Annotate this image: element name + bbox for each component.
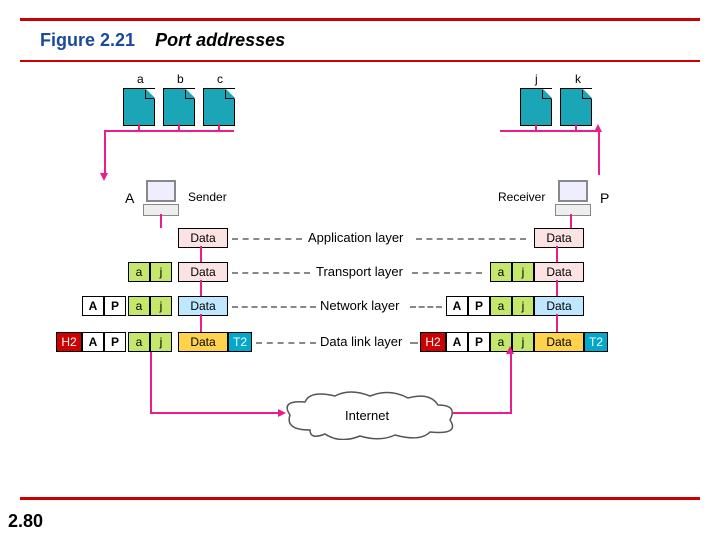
pdu-app-sender: Data [178,228,228,248]
arrow-up-icon [506,346,514,354]
conn [200,246,202,262]
hdr-a-s: a [128,296,150,316]
stub [535,124,537,130]
hdr-a-r: a [490,296,512,316]
dash [410,342,418,344]
hdr-src-port-s: a [128,262,150,282]
dash [232,238,302,240]
hdr-P-s2: P [104,332,126,352]
hdr-dst-ip-s: P [104,296,126,316]
rule-bottom [20,497,700,500]
proc-label-c: c [217,72,223,86]
hdr-a-s2: a [128,332,150,352]
hdr-src-ip-r: A [446,296,468,316]
proc-label-j: j [535,72,538,86]
pdu-trans-sender: Data [178,262,228,282]
drop-receiver [598,130,600,175]
host-addr-P: P [600,190,609,206]
hdr-j-s: j [150,296,172,316]
path-down-right [510,352,512,412]
path-h-left [150,412,280,414]
layer-app: Application layer [308,230,403,245]
stub [218,124,220,130]
hdr-dst-port-r: j [512,262,534,282]
rule-top [20,18,700,21]
bus-sender [104,130,234,132]
proc-label-b: b [177,72,184,86]
page-number: 2.80 [8,511,43,532]
pc-receiver [552,180,594,220]
hdr-frame-r: H2 [420,332,446,352]
conn [556,246,558,262]
hdr-dst-ip-r: P [468,296,490,316]
hdr-dst-port-s: j [150,262,172,282]
conn [570,214,572,228]
arrow-up-icon [594,124,602,132]
hdr-A-r2: A [446,332,468,352]
internet-label: Internet [345,408,389,423]
figure-number: Figure 2.21 [40,30,135,50]
pdu-dl-receiver: Data [534,332,584,352]
hdr-frame-s: H2 [56,332,82,352]
trailer-s: T2 [228,332,252,352]
host-role-receiver: Receiver [498,190,545,204]
dash [410,306,442,308]
trailer-r: T2 [584,332,608,352]
dash [232,306,316,308]
hdr-A-s2: A [82,332,104,352]
layer-dl: Data link layer [320,334,402,349]
pdu-net-sender: Data [178,296,228,316]
diagram-page: Figure 2.21 Port addresses a b c j k A S… [0,0,720,540]
stub [575,124,577,130]
bus-receiver [500,130,600,132]
conn [200,314,202,332]
layer-net: Network layer [320,298,399,313]
pdu-net-receiver: Data [534,296,584,316]
stub [138,124,140,130]
pdu-app-receiver: Data [534,228,584,248]
host-addr-A: A [125,190,134,206]
process-doc-k [560,88,592,126]
figure-caption: Port addresses [155,30,285,50]
conn [160,214,162,228]
figure-title: Figure 2.21 Port addresses [40,30,285,51]
hdr-src-port-r: a [490,262,512,282]
conn [556,280,558,296]
path-down-left [150,352,152,412]
layer-trans: Transport layer [316,264,403,279]
proc-label-a: a [137,72,144,86]
conn [556,314,558,332]
conn [200,280,202,296]
arrow-down-icon [100,173,108,181]
process-doc-j [520,88,552,126]
hdr-src-ip-s: A [82,296,104,316]
dash [416,238,526,240]
pdu-dl-sender: Data [178,332,228,352]
pdu-trans-receiver: Data [534,262,584,282]
hdr-j-s2: j [150,332,172,352]
hdr-j-r: j [512,296,534,316]
hdr-j-r2: j [512,332,534,352]
dash [412,272,482,274]
process-doc-a [123,88,155,126]
stub [178,124,180,130]
host-role-sender: Sender [188,190,227,204]
dash [256,342,316,344]
process-doc-b [163,88,195,126]
dash [232,272,310,274]
process-doc-c [203,88,235,126]
proc-label-k: k [575,72,581,86]
drop-sender [104,130,106,175]
hdr-P-r2: P [468,332,490,352]
rule-under-title [20,60,700,62]
